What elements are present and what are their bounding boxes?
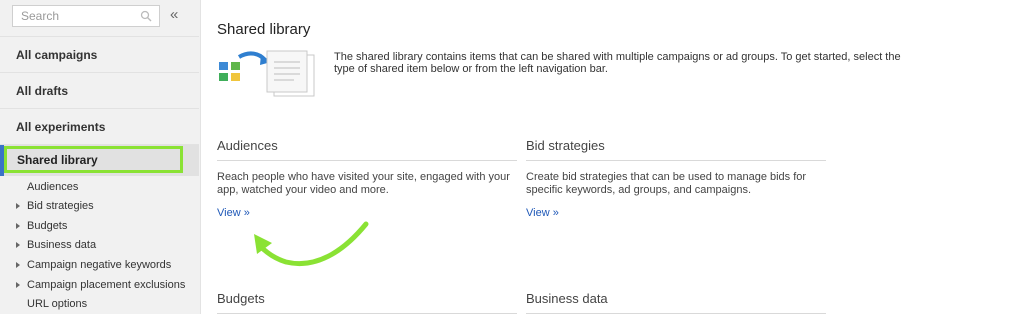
search-box	[12, 5, 160, 27]
card-title-audiences: Audiences	[217, 138, 278, 153]
card-title-budgets: Budgets	[217, 291, 265, 306]
expand-triangle-icon[interactable]	[16, 203, 20, 209]
nav-item-all-campaigns[interactable]: All campaigns	[16, 48, 97, 62]
divider	[0, 72, 199, 73]
expand-triangle-icon[interactable]	[16, 282, 20, 288]
expand-triangle-icon[interactable]	[16, 242, 20, 248]
search-icon[interactable]	[140, 10, 152, 22]
view-bid-strategies-link[interactable]: View »	[526, 207, 559, 219]
divider	[0, 108, 199, 109]
divider	[217, 160, 517, 161]
sub-item-url-options[interactable]: URL options	[27, 298, 87, 310]
card-description-bid-strategies: Create bid strategies that can be used t…	[526, 171, 807, 196]
nav-item-shared-library-label[interactable]: Shared library	[17, 153, 98, 167]
divider	[526, 160, 826, 161]
sub-item-audiences[interactable]: Audiences	[27, 181, 78, 193]
expand-triangle-icon[interactable]	[16, 223, 20, 229]
nav-item-all-experiments[interactable]: All experiments	[16, 120, 105, 134]
page-title: Shared library	[217, 21, 311, 38]
sub-item-campaign-negative-keywords[interactable]: Campaign negative keywords	[27, 259, 171, 271]
sub-item-bid-strategies[interactable]: Bid strategies	[27, 200, 94, 212]
sub-item-business-data[interactable]: Business data	[27, 239, 96, 251]
nav-item-all-drafts[interactable]: All drafts	[16, 84, 68, 98]
view-audiences-link[interactable]: View »	[217, 207, 250, 219]
card-title-bid-strategies: Bid strategies	[526, 138, 605, 153]
search-input[interactable]	[13, 6, 139, 26]
annotation-arrow-icon	[254, 221, 369, 266]
card-description-audiences: Reach people who have visited your site,…	[217, 171, 510, 196]
sub-item-campaign-placement-exclusions[interactable]: Campaign placement exclusions	[27, 279, 185, 291]
sub-item-budgets[interactable]: Budgets	[27, 220, 67, 232]
divider	[0, 36, 199, 37]
shared-library-illustration	[219, 50, 315, 97]
collapse-sidebar-icon[interactable]: «	[170, 6, 178, 24]
left-navigation: « All campaigns All drafts All experimen…	[0, 0, 201, 314]
intro-text: The shared library contains items that c…	[334, 51, 901, 75]
card-title-business-data: Business data	[526, 291, 608, 306]
expand-triangle-icon[interactable]	[16, 262, 20, 268]
